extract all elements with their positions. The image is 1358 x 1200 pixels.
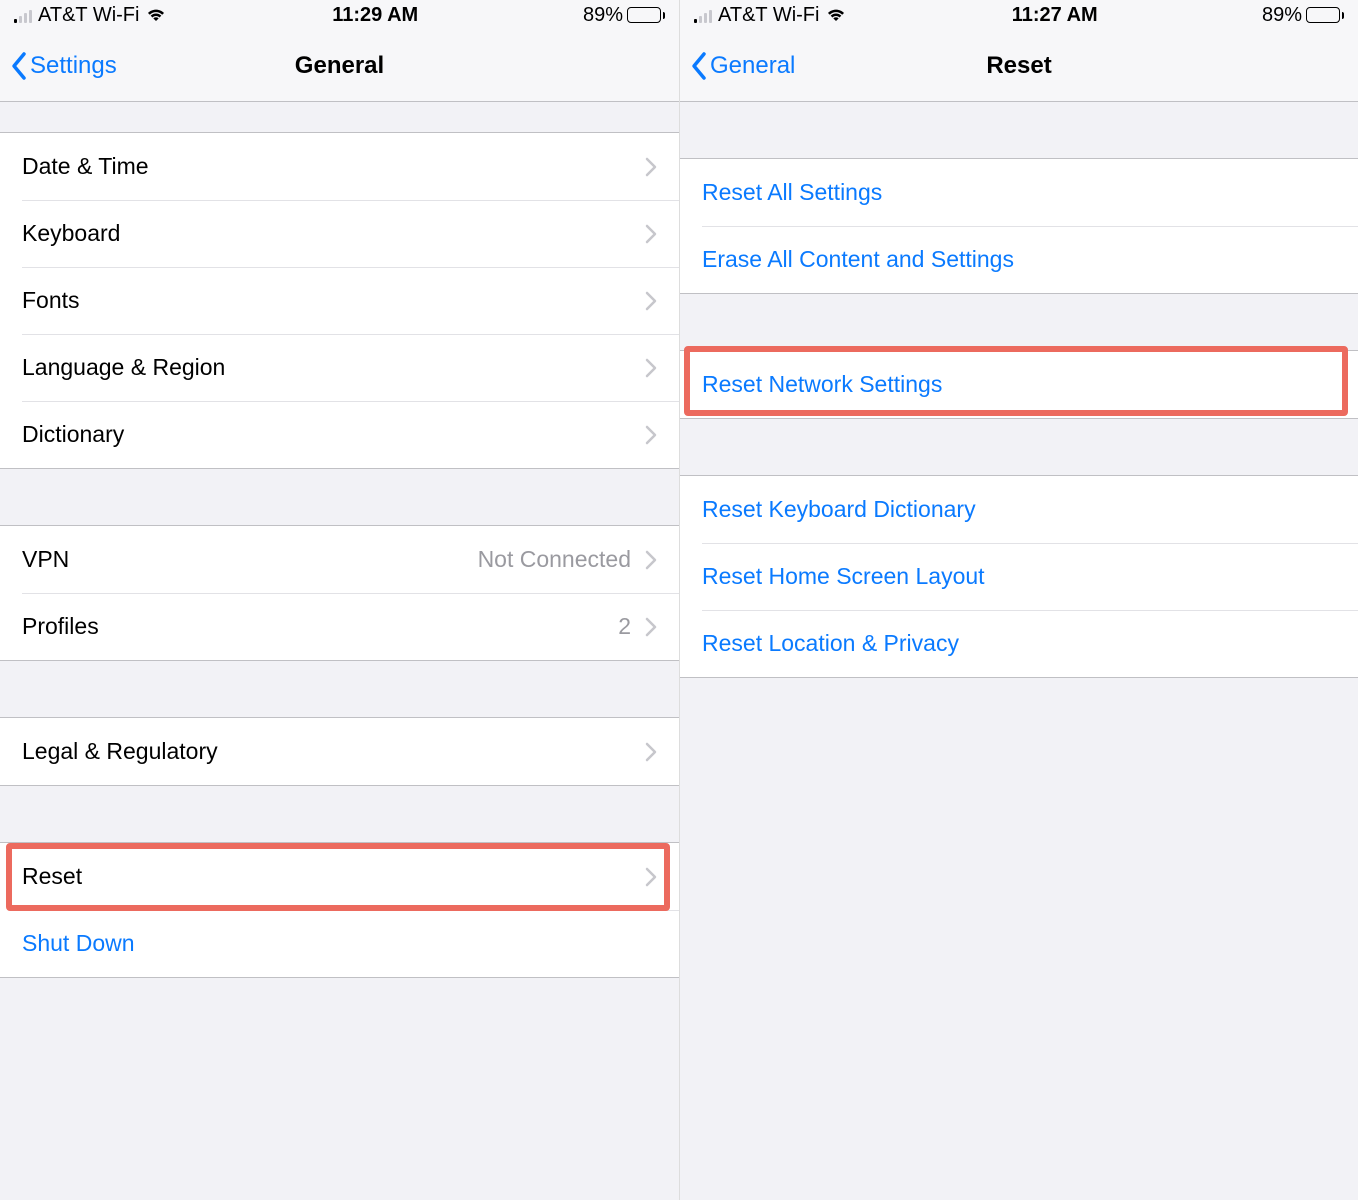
- clock: 11:27 AM: [1012, 4, 1098, 27]
- row-label: Shut Down: [22, 930, 657, 957]
- row-label: Reset Network Settings: [702, 371, 1336, 398]
- battery-icon: [627, 7, 665, 23]
- page-title: General: [295, 52, 384, 80]
- row-label: Date & Time: [22, 153, 645, 180]
- row-fonts[interactable]: Fonts: [0, 267, 679, 334]
- carrier-label: AT&T Wi-Fi: [38, 4, 139, 27]
- row-label: Profiles: [22, 613, 618, 640]
- back-label: Settings: [30, 52, 117, 80]
- row-legal-regulatory[interactable]: Legal & Regulatory: [0, 718, 679, 785]
- group-general-3: Legal & Regulatory: [0, 717, 679, 786]
- row-label: Reset: [22, 863, 645, 890]
- row-value: 2: [618, 613, 631, 640]
- row-label: Erase All Content and Settings: [702, 246, 1336, 273]
- chevron-right-icon: [645, 617, 657, 637]
- chevron-right-icon: [645, 224, 657, 244]
- row-dictionary[interactable]: Dictionary: [0, 401, 679, 468]
- wifi-icon: [825, 4, 847, 27]
- row-reset-all-settings[interactable]: Reset All Settings: [680, 159, 1358, 226]
- row-profiles[interactable]: Profiles 2: [0, 593, 679, 660]
- signal-icon: [694, 7, 712, 23]
- row-label: Keyboard: [22, 220, 645, 247]
- nav-bar: Settings General: [0, 30, 679, 102]
- row-value: Not Connected: [478, 546, 631, 573]
- row-label: Reset Location & Privacy: [702, 630, 1336, 657]
- row-label: Language & Region: [22, 354, 645, 381]
- chevron-right-icon: [645, 291, 657, 311]
- back-label: General: [710, 52, 795, 80]
- row-label: Reset All Settings: [702, 179, 1336, 206]
- chevron-right-icon: [645, 358, 657, 378]
- group-general-1: Date & Time Keyboard Fonts Language & Re…: [0, 132, 679, 469]
- chevron-right-icon: [645, 425, 657, 445]
- page-title: Reset: [986, 52, 1051, 80]
- group-general-2: VPN Not Connected Profiles 2: [0, 525, 679, 661]
- row-reset-location-privacy[interactable]: Reset Location & Privacy: [680, 610, 1358, 677]
- row-reset-network-settings[interactable]: Reset Network Settings: [680, 351, 1358, 418]
- chevron-left-icon: [10, 51, 28, 81]
- row-label: Fonts: [22, 287, 645, 314]
- chevron-right-icon: [645, 742, 657, 762]
- row-label: VPN: [22, 546, 478, 573]
- row-date-time[interactable]: Date & Time: [0, 133, 679, 200]
- row-label: Legal & Regulatory: [22, 738, 645, 765]
- status-bar: AT&T Wi-Fi 11:29 AM 89%: [0, 0, 679, 30]
- chevron-right-icon: [645, 867, 657, 887]
- row-label: Reset Keyboard Dictionary: [702, 496, 1336, 523]
- chevron-right-icon: [645, 550, 657, 570]
- phone-reset: AT&T Wi-Fi 11:27 AM 89% General Reset Re…: [679, 0, 1358, 1200]
- row-label: Dictionary: [22, 421, 645, 448]
- back-button[interactable]: Settings: [10, 30, 117, 101]
- group-reset-2: Reset Network Settings: [680, 350, 1358, 419]
- status-bar: AT&T Wi-Fi 11:27 AM 89%: [680, 0, 1358, 30]
- row-shut-down[interactable]: Shut Down: [0, 910, 679, 977]
- row-vpn[interactable]: VPN Not Connected: [0, 526, 679, 593]
- group-general-4: Reset Shut Down: [0, 842, 679, 978]
- clock: 11:29 AM: [332, 4, 418, 27]
- battery-percent: 89%: [583, 4, 623, 27]
- row-language-region[interactable]: Language & Region: [0, 334, 679, 401]
- battery-icon: [1306, 7, 1344, 23]
- battery-percent: 89%: [1262, 4, 1302, 27]
- chevron-left-icon: [690, 51, 708, 81]
- nav-bar: General Reset: [680, 30, 1358, 102]
- row-erase-all-content[interactable]: Erase All Content and Settings: [680, 226, 1358, 293]
- back-button[interactable]: General: [690, 30, 795, 101]
- wifi-icon: [145, 4, 167, 27]
- phone-general: AT&T Wi-Fi 11:29 AM 89% Settings General…: [0, 0, 679, 1200]
- row-label: Reset Home Screen Layout: [702, 563, 1336, 590]
- row-reset-home-screen-layout[interactable]: Reset Home Screen Layout: [680, 543, 1358, 610]
- row-keyboard[interactable]: Keyboard: [0, 200, 679, 267]
- group-reset-1: Reset All Settings Erase All Content and…: [680, 158, 1358, 294]
- group-reset-3: Reset Keyboard Dictionary Reset Home Scr…: [680, 475, 1358, 678]
- signal-icon: [14, 7, 32, 23]
- carrier-label: AT&T Wi-Fi: [718, 4, 819, 27]
- row-reset[interactable]: Reset: [0, 843, 679, 910]
- chevron-right-icon: [645, 157, 657, 177]
- row-reset-keyboard-dictionary[interactable]: Reset Keyboard Dictionary: [680, 476, 1358, 543]
